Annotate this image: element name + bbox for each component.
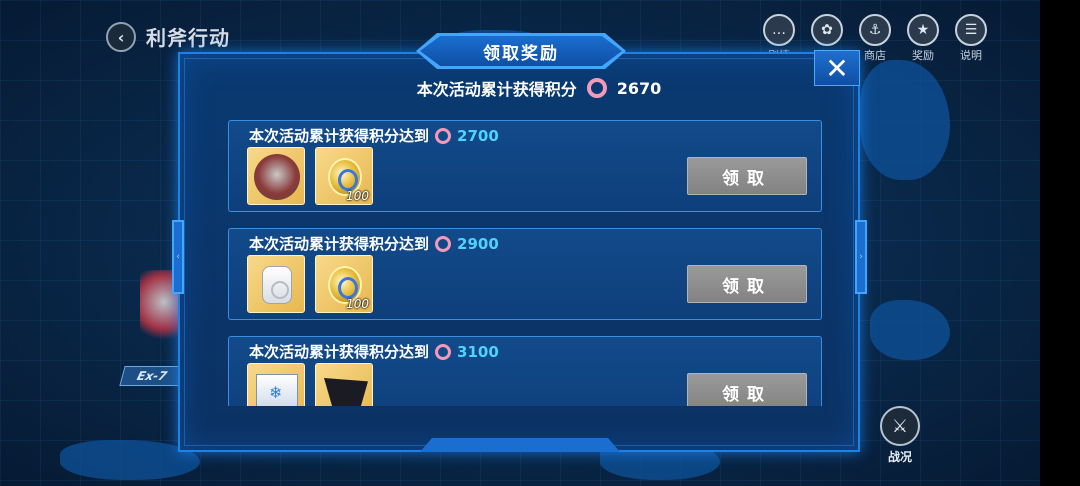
- reward-goal-value: 2900: [457, 234, 499, 253]
- anchor-icon: ⚓: [859, 14, 891, 46]
- reward-item-coin[interactable]: 100: [315, 147, 373, 205]
- battle-icon: ⚔: [880, 406, 920, 446]
- item-quantity: 100: [346, 297, 369, 311]
- claim-button[interactable]: 领取: [687, 265, 807, 303]
- top-menu-shop[interactable]: ⚓ 商店: [858, 14, 892, 63]
- reward-row-title: 本次活动累计获得积分达到 2900: [249, 233, 499, 254]
- top-menu-info[interactable]: ☰ 说明: [954, 14, 988, 63]
- dialog-left-tab: ‹: [172, 220, 184, 294]
- donut-point-icon: [435, 235, 452, 252]
- reward-row-title: 本次活动累计获得积分达到 3100: [249, 341, 499, 362]
- reward-item-character[interactable]: [247, 147, 305, 205]
- reward-goal-value: 3100: [457, 342, 499, 361]
- reward-item-ring-box[interactable]: [247, 255, 305, 313]
- donut-point-icon: [586, 78, 607, 98]
- reward-condition-label: 本次活动累计获得积分达到: [249, 235, 430, 253]
- top-menu-label: 奖励: [912, 49, 934, 62]
- reward-goal-value: 2700: [457, 126, 499, 145]
- reward-items: 100: [247, 255, 373, 313]
- character-icon: [254, 154, 300, 200]
- reward-items: [247, 363, 373, 406]
- reward-list[interactable]: 本次活动累计获得积分达到 2700 100 领取 本次活动累计获得积分达到 29…: [228, 120, 822, 406]
- donut-point-icon: [435, 127, 452, 144]
- back-arrow-icon: ‹: [117, 27, 125, 47]
- dialog-bottom-tab: [420, 438, 620, 452]
- event-icon: ✿: [811, 14, 843, 46]
- total-points-label: 本次活动累计获得积分: [416, 80, 577, 99]
- supply-crate-icon: [256, 374, 298, 406]
- claim-button[interactable]: 领取: [687, 373, 807, 406]
- item-quantity: 100: [346, 189, 369, 203]
- top-menu-label: 商店: [864, 49, 886, 62]
- reward-items: 100: [247, 147, 373, 205]
- donut-point-icon: [435, 343, 452, 360]
- top-menu-label: 说明: [960, 49, 982, 62]
- reward-icon: ★: [907, 14, 939, 46]
- battle-status-button[interactable]: ⚔ 战况: [874, 406, 926, 465]
- reward-item-supply-crate[interactable]: [247, 363, 305, 406]
- reward-condition-label: 本次活动累计获得积分达到: [249, 127, 430, 145]
- stage-tag[interactable]: Ex-7: [119, 366, 185, 386]
- reward-item-coin[interactable]: 100: [315, 255, 373, 313]
- dialog-title: 领取奖励: [420, 36, 622, 66]
- chat-icon: …: [763, 14, 795, 46]
- stage-tag-label: Ex-7: [135, 369, 169, 383]
- claim-button[interactable]: 领取: [687, 157, 807, 195]
- ring-box-icon: [262, 266, 292, 304]
- back-button[interactable]: ‹: [106, 22, 136, 52]
- reward-row: 本次活动累计获得积分达到 3100 领取: [228, 336, 822, 406]
- reward-item-outfit[interactable]: [315, 363, 373, 406]
- screen-edge: [1040, 0, 1080, 486]
- event-title: 利斧行动: [146, 26, 230, 50]
- reward-row: 本次活动累计获得积分达到 2700 100 领取: [228, 120, 822, 212]
- reward-row-title: 本次活动累计获得积分达到 2700: [249, 125, 499, 146]
- info-icon: ☰: [955, 14, 987, 46]
- reward-condition-label: 本次活动累计获得积分达到: [249, 343, 430, 361]
- outfit-icon: [324, 378, 368, 406]
- battle-status-label: 战况: [887, 450, 912, 464]
- total-points-line: 本次活动累计获得积分 2670: [178, 76, 900, 100]
- reward-row: 本次活动累计获得积分达到 2900 100 领取: [228, 228, 822, 320]
- top-menu-reward[interactable]: ★ 奖励: [906, 14, 940, 63]
- dialog-right-tab: ›: [855, 220, 867, 294]
- total-points-value: 2670: [616, 78, 662, 98]
